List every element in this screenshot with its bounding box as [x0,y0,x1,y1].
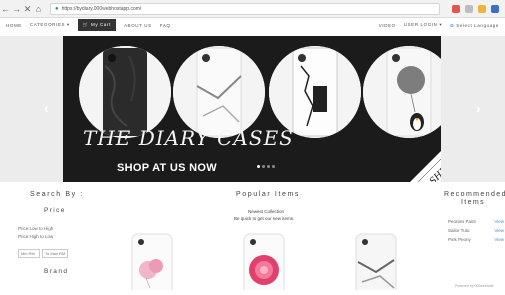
recommended-item: Peonies Paint View [448,219,504,224]
view-link[interactable]: View [494,219,504,224]
extension-icon[interactable] [452,4,460,13]
extension-icon[interactable] [465,4,473,13]
language-label: Select Language [456,22,499,28]
recommended-item-name: Peonies Paint [448,219,476,224]
home-icon[interactable]: ⌂ [33,0,44,18]
cart-icon: 🛒 [82,22,89,27]
hero-banner: THE DIARY CASES SHOP AT US NOW FREE SHIP… [63,36,441,182]
nav-my-cart[interactable]: 🛒 My Cart [77,19,116,31]
case-image-white-marble [173,46,265,138]
lock-icon: ● [55,5,59,12]
powered-by-badge[interactable]: Powered by 000webhost [455,284,493,288]
carousel-dot[interactable] [257,165,260,168]
newest-collection-label: Newest Collection [248,209,285,214]
nav-home[interactable]: HOME [6,23,22,28]
product-card-marble[interactable] [350,232,402,295]
carousel-prev-icon[interactable]: ‹ [44,100,49,116]
filter-high-to-low[interactable]: Price:High to Low [18,234,53,239]
google-icon: G [450,22,455,28]
max-price-input[interactable]: To Max RM [42,249,68,258]
language-selector[interactable]: G Select Language [450,23,499,28]
carousel-next-icon[interactable]: › [476,100,481,116]
price-heading: Price [44,207,66,214]
recommended-item-name: Pink Peony [448,237,471,242]
min-price-input[interactable]: Min RM [18,249,40,258]
recommended-item: Sailor Tutu View [448,228,504,233]
filter-low-to-high[interactable]: Price:Low to High [18,226,53,231]
search-by-heading: Search By : [30,191,84,198]
carousel-dots [257,165,275,168]
recommended-items-heading: Recommended Items [444,191,505,206]
shop-now-button[interactable]: SHOP AT US NOW [117,162,217,174]
product-card-pink-peony[interactable] [238,232,290,295]
case-image-dark-marble [79,46,171,138]
nav-categories[interactable]: CATEGORIES ▾ [30,22,70,28]
extension-icon[interactable] [491,4,499,13]
view-link[interactable]: View [494,228,504,233]
carousel-dot[interactable] [262,165,265,168]
close-icon[interactable]: ✕ [22,0,33,18]
address-bar[interactable]: ● https://bydiary.000webhostapp.com/ [50,2,440,15]
recommended-item: Pink Peony View [448,237,504,242]
hero-carousel: THE DIARY CASES SHOP AT US NOW FREE SHIP… [0,36,505,182]
browser-toolbar: ← → ✕ ⌂ ● https://bydiary.000webhostapp.… [0,0,505,18]
nav-video[interactable]: VIDEO [379,23,396,28]
back-icon[interactable]: ← [0,0,11,18]
nav-faq[interactable]: FAQ [160,23,171,28]
site-nav: HOME CATEGORIES ▾ 🛒 My Cart ABOUT US FAQ… [0,18,505,32]
url-text: https://bydiary.000webhostapp.com/ [61,5,142,12]
nav-about-us[interactable]: ABOUT US [124,23,152,28]
product-card-peony-sketch[interactable] [126,232,178,295]
free-shipping-ribbon: FREE SHIPPING [394,118,441,182]
brand-heading: Brand [44,268,69,275]
carousel-dot[interactable] [272,165,275,168]
nav-my-cart-label: My Cart [91,22,111,27]
popular-items-heading: Popular Items [236,191,300,198]
carousel-dot[interactable] [267,165,270,168]
forward-icon[interactable]: → [11,0,22,18]
nav-user-login[interactable]: USER LOGIN ▾ [404,22,442,28]
extension-icon[interactable] [478,4,486,13]
case-image-sketch [269,46,361,138]
popular-tagline: Be quick to get our new items. [234,216,295,221]
hero-title: THE DIARY CASES [83,126,294,150]
recommended-item-name: Sailor Tutu [448,228,470,233]
view-link[interactable]: View [494,237,504,242]
